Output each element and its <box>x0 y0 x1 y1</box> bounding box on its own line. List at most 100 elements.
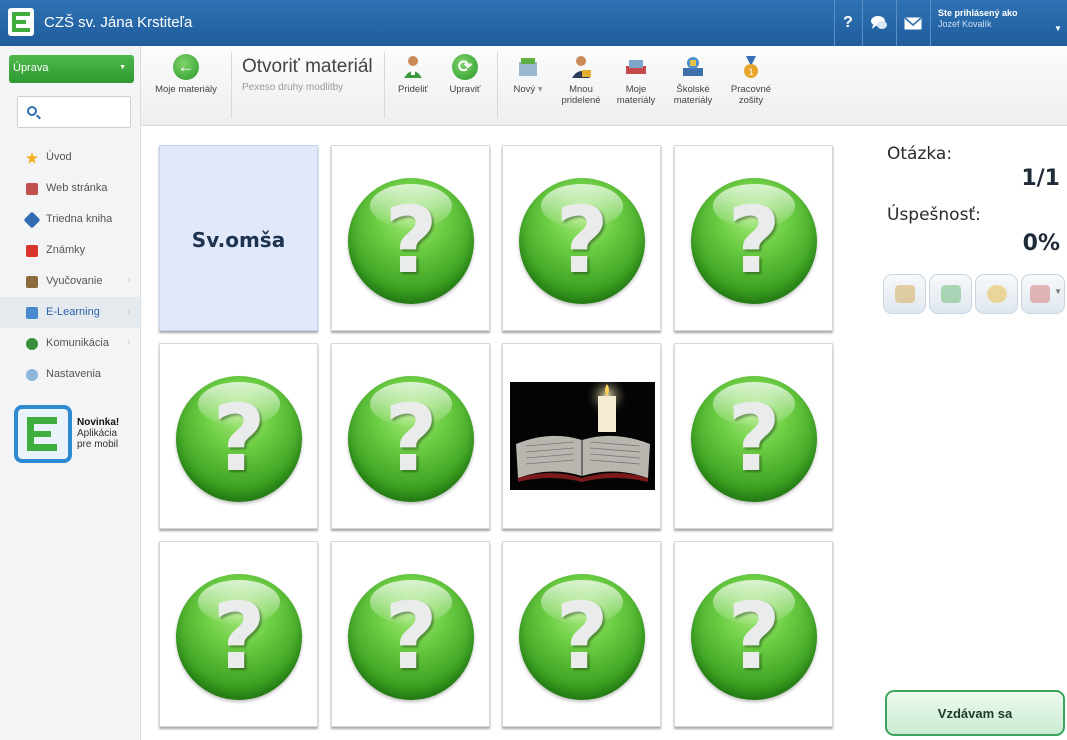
question-label: Otázka: <box>887 144 953 164</box>
memory-card[interactable]: Sv.omša <box>159 145 318 331</box>
sidebar-nav: Úvod Web stránka Triedna kniha Známky Vy… <box>0 142 140 390</box>
sidebar-item-label: Úvod <box>46 151 72 163</box>
memory-card[interactable]: ? <box>502 145 661 331</box>
elearning-icon <box>26 307 38 319</box>
smiley-icon <box>987 285 1007 303</box>
sidebar-item-label: Web stránka <box>46 182 108 194</box>
monitor-icon <box>941 285 961 303</box>
school-materials-button[interactable]: Školské materiály <box>669 54 717 106</box>
chevron-right-icon: › <box>127 337 131 348</box>
question-icon[interactable]: ? <box>837 12 859 34</box>
chevron-down-icon: ▼ <box>119 64 126 71</box>
assign-label: Prideliť <box>398 84 428 95</box>
search-input[interactable] <box>17 96 131 128</box>
chat-icon[interactable] <box>868 12 890 34</box>
workbooks-label-2: zošity <box>738 95 764 106</box>
chevron-down-icon: ▼ <box>1054 287 1062 296</box>
mobile-app-promo[interactable]: Novinka! Aplikácia pre mobil <box>14 405 132 465</box>
user-name: Jozef Kovalík <box>938 19 992 29</box>
candle-and-bible-image <box>510 382 655 490</box>
sound-tool-button[interactable] <box>883 274 926 314</box>
sidebar-item-label: Triedna kniha <box>46 213 113 225</box>
question-ball-icon: ? <box>691 178 817 304</box>
promo-title: Novinka! <box>77 417 120 428</box>
teaching-icon <box>26 276 38 288</box>
memory-card[interactable]: ? <box>674 145 833 331</box>
smiley-tool-button[interactable] <box>975 274 1018 314</box>
chevron-right-icon: › <box>127 306 131 317</box>
edit-button[interactable]: ⟳ Upraviť <box>443 54 487 95</box>
give-up-button[interactable]: Vzdávam sa <box>885 690 1065 736</box>
sidebar-item-label: Známky <box>46 244 86 256</box>
sidebar-item-vyucovanie[interactable]: Vyučovanie › <box>0 266 140 297</box>
grades-icon <box>26 245 38 257</box>
sidebar-item-komunikacia[interactable]: Komunikácia › <box>0 328 140 359</box>
user-menu[interactable]: Ste prihlásený ako Jozef Kovalík <box>938 8 1018 30</box>
assigned-by-me-button[interactable]: Mnou pridelené <box>557 54 605 106</box>
memory-card[interactable]: ? <box>674 343 833 529</box>
sidebar-item-uvod[interactable]: Úvod <box>0 142 140 173</box>
mail-icon[interactable] <box>902 12 924 34</box>
app-title: CZŠ sv. Jána Krstiteľa <box>44 14 193 31</box>
memory-card[interactable]: ? <box>159 541 318 727</box>
workbooks-button[interactable]: 1 Pracovné zošity <box>727 54 775 106</box>
mode-dropdown[interactable]: Úprava ▼ <box>9 55 134 83</box>
memory-card[interactable]: ? <box>331 145 490 331</box>
book-icon <box>23 211 41 229</box>
sidebar-item-label: Nastavenia <box>46 368 102 380</box>
question-ball-icon: ? <box>348 178 474 304</box>
workbooks-label-1: Pracovné <box>730 84 772 95</box>
search-icon <box>27 106 37 116</box>
back-to-my-materials-button[interactable]: ← Moje materiály <box>147 54 225 95</box>
assigned-by-me-label-2: pridelené <box>561 95 601 106</box>
settings-icon <box>26 369 38 381</box>
my-materials-label-1: Moje <box>625 84 647 95</box>
memory-card[interactable]: ? <box>159 343 318 529</box>
sidebar-item-znamky[interactable]: Známky <box>0 235 140 266</box>
school-materials-label-1: Školské <box>676 84 710 95</box>
sidebar-item-web-stranka[interactable]: Web stránka <box>0 173 140 204</box>
more-tools-button[interactable]: ▼ <box>1021 274 1065 314</box>
sidebar-item-label: E-Learning <box>46 306 100 318</box>
chevron-down-icon[interactable]: ▼ <box>1054 24 1062 33</box>
sidebar-item-nastavenia[interactable]: Nastavenia <box>0 359 140 390</box>
school-materials-label-2: materiály <box>673 95 713 106</box>
question-ball-icon: ? <box>176 574 302 700</box>
new-label: Nový <box>513 84 536 95</box>
memory-card[interactable]: ? <box>674 541 833 727</box>
memory-card[interactable] <box>502 343 661 529</box>
edupage-logo-icon[interactable] <box>8 8 34 36</box>
promo-line-2: pre mobil <box>77 439 119 450</box>
success-value: 0% <box>1022 231 1060 256</box>
screen-tool-button[interactable] <box>929 274 972 314</box>
sidebar-item-e-learning[interactable]: E-Learning › <box>0 297 140 328</box>
question-ball-icon: ? <box>519 574 645 700</box>
new-dropdown-button[interactable]: Nový ▾ <box>505 54 551 95</box>
speaker-icon <box>895 285 915 303</box>
back-arrow-icon: ← <box>173 54 199 80</box>
communication-icon <box>26 338 38 350</box>
website-icon <box>26 183 38 195</box>
memory-card[interactable]: ? <box>331 343 490 529</box>
sidebar: Úprava ▼ Úvod Web stránka Triedna kniha … <box>0 46 141 740</box>
edit-label: Upraviť <box>449 84 481 95</box>
svg-text:1: 1 <box>748 67 753 77</box>
mode-label: Úprava <box>13 62 49 74</box>
my-materials-icon <box>623 54 649 80</box>
memory-card[interactable]: ? <box>502 541 661 727</box>
promo-line-1: Aplikácia <box>77 428 118 439</box>
my-materials-button[interactable]: Moje materiály <box>613 54 659 106</box>
tools-icon <box>1030 285 1050 303</box>
user-label: Ste prihlásený ako <box>938 8 1018 18</box>
sidebar-item-label: Vyučovanie <box>46 275 103 287</box>
star-icon <box>26 152 38 164</box>
sidebar-item-triedna-kniha[interactable]: Triedna kniha <box>0 204 140 235</box>
refresh-icon: ⟳ <box>452 54 478 80</box>
medal-icon: 1 <box>738 54 764 80</box>
my-materials-label-2: materiály <box>616 95 656 106</box>
top-bar: CZŠ sv. Jána Krstiteľa ? Ste prihlásený … <box>0 0 1067 46</box>
assign-user-icon <box>400 54 426 80</box>
memory-card[interactable]: ? <box>331 541 490 727</box>
question-ball-icon: ? <box>691 376 817 502</box>
assign-button[interactable]: Prideliť <box>391 54 435 95</box>
